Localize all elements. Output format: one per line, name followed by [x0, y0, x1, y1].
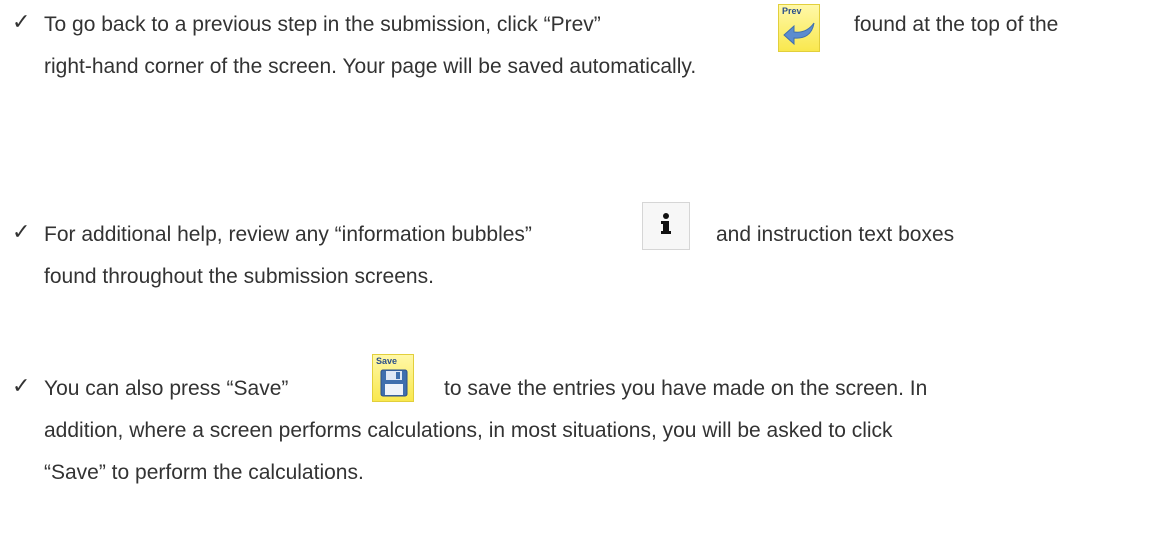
bullet-prev-line1-after: found at the top of the	[854, 13, 1059, 36]
bullet-save-line3: “Save” to perform the calculations.	[44, 461, 364, 484]
prev-button[interactable]: Prev	[778, 4, 820, 52]
check-mark-icon: ✓	[12, 10, 31, 35]
bullet-info-line1-before: For additional help, review any “informa…	[44, 223, 532, 246]
bullet-prev-line2: right-hand corner of the screen. Your pa…	[44, 55, 697, 78]
check-mark-icon: ✓	[12, 374, 31, 399]
save-button-label: Save	[376, 356, 398, 366]
info-bubble-button[interactable]	[642, 202, 690, 250]
bullet-save-line1-before: You can also press “Save”	[44, 377, 289, 400]
bullet-save-line2: addition, where a screen performs calcul…	[44, 419, 893, 442]
save-button[interactable]: Save	[372, 354, 414, 402]
bullet-info-line2: found throughout the submission screens.	[44, 265, 434, 288]
prev-arrow-icon	[783, 22, 815, 46]
bullet-info-line1-after: and instruction text boxes	[716, 223, 955, 246]
floppy-disk-icon	[380, 369, 408, 397]
check-mark-icon: ✓	[12, 220, 31, 245]
prev-button-label: Prev	[782, 6, 802, 16]
bullet-prev-line1-before: To go back to a previous step in the sub…	[44, 13, 601, 36]
info-icon	[661, 213, 671, 234]
bullet-save-line1-after: to save the entries you have made on the…	[444, 377, 928, 400]
